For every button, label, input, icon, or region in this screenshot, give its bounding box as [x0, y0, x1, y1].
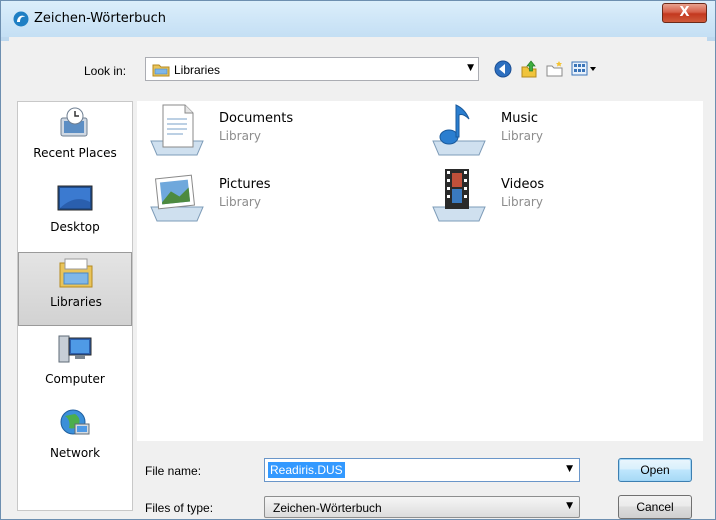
place-label: Libraries [50, 295, 102, 309]
dialog-client: Look in: Libraries ▼ Recent Places Deskt… [9, 37, 707, 519]
item-name: Videos [501, 177, 545, 192]
item-type: Library [219, 195, 261, 209]
places-bar: Recent Places Desktop Libraries Computer… [17, 101, 133, 511]
view-menu-button[interactable] [571, 59, 597, 79]
file-name-input[interactable]: Readiris.DUS ▼ [264, 458, 580, 482]
videos-library-icon [432, 169, 486, 222]
place-label: Desktop [50, 220, 100, 234]
item-type: Library [501, 195, 543, 209]
cancel-button[interactable]: Cancel [618, 495, 692, 519]
open-file-dialog: Zeichen-Wörterbuch X Look in: Libraries … [0, 0, 716, 520]
network-icon [60, 409, 90, 435]
look-in-label: Look in: [84, 64, 127, 78]
title-bar[interactable]: Zeichen-Wörterbuch X [1, 1, 715, 37]
documents-library-icon [150, 104, 204, 156]
list-item-videos[interactable]: Videos Library [429, 167, 699, 227]
list-item-documents[interactable]: Documents Library [147, 101, 417, 161]
back-arrow-icon[interactable] [493, 59, 513, 79]
file-type-label: Files of type: [145, 501, 214, 515]
list-item-pictures[interactable]: Pictures Library [147, 167, 417, 227]
place-label: Computer [45, 372, 105, 386]
view-grid-icon [571, 61, 596, 76]
file-name-label: File name: [145, 464, 202, 478]
new-folder-icon[interactable] [545, 59, 565, 79]
file-type-value: Zeichen-Wörterbuch [273, 501, 382, 515]
item-type: Library [501, 129, 543, 143]
up-folder-icon[interactable] [519, 59, 539, 79]
chevron-down-icon[interactable]: ▼ [566, 464, 573, 474]
file-list[interactable]: Documents Library Music Library Pictures… [137, 101, 703, 441]
place-label: Network [49, 446, 101, 460]
chevron-down-icon[interactable]: ▼ [566, 501, 573, 511]
app-logo-icon [13, 11, 29, 27]
libraries-folder-icon [152, 64, 170, 77]
desktop-icon [57, 185, 93, 211]
list-item-music[interactable]: Music Library [429, 101, 699, 161]
item-name: Pictures [219, 177, 271, 192]
pictures-library-icon [150, 174, 204, 222]
place-network[interactable]: Network [18, 404, 132, 476]
place-computer[interactable]: Computer [18, 330, 132, 402]
chevron-down-icon[interactable]: ▼ [467, 63, 474, 73]
item-name: Music [501, 111, 538, 126]
open-button[interactable]: Open [618, 458, 692, 482]
place-libraries[interactable]: Libraries [18, 252, 132, 326]
file-type-select[interactable]: Zeichen-Wörterbuch ▼ [264, 496, 580, 518]
window-title: Zeichen-Wörterbuch [34, 11, 167, 26]
place-label: Recent Places [33, 146, 117, 160]
look-in-value: Libraries [174, 63, 221, 77]
look-in-combobox[interactable]: Libraries ▼ [145, 57, 479, 81]
file-name-value: Readiris.DUS [268, 462, 345, 478]
recent-places-icon [60, 107, 88, 137]
close-button[interactable]: X [662, 3, 707, 23]
place-desktop[interactable]: Desktop [18, 178, 132, 250]
computer-icon [58, 335, 92, 363]
libraries-icon [59, 258, 93, 288]
item-name: Documents [219, 111, 294, 126]
place-recent-places[interactable]: Recent Places [18, 104, 132, 176]
item-type: Library [219, 129, 261, 143]
music-library-icon [432, 104, 486, 156]
